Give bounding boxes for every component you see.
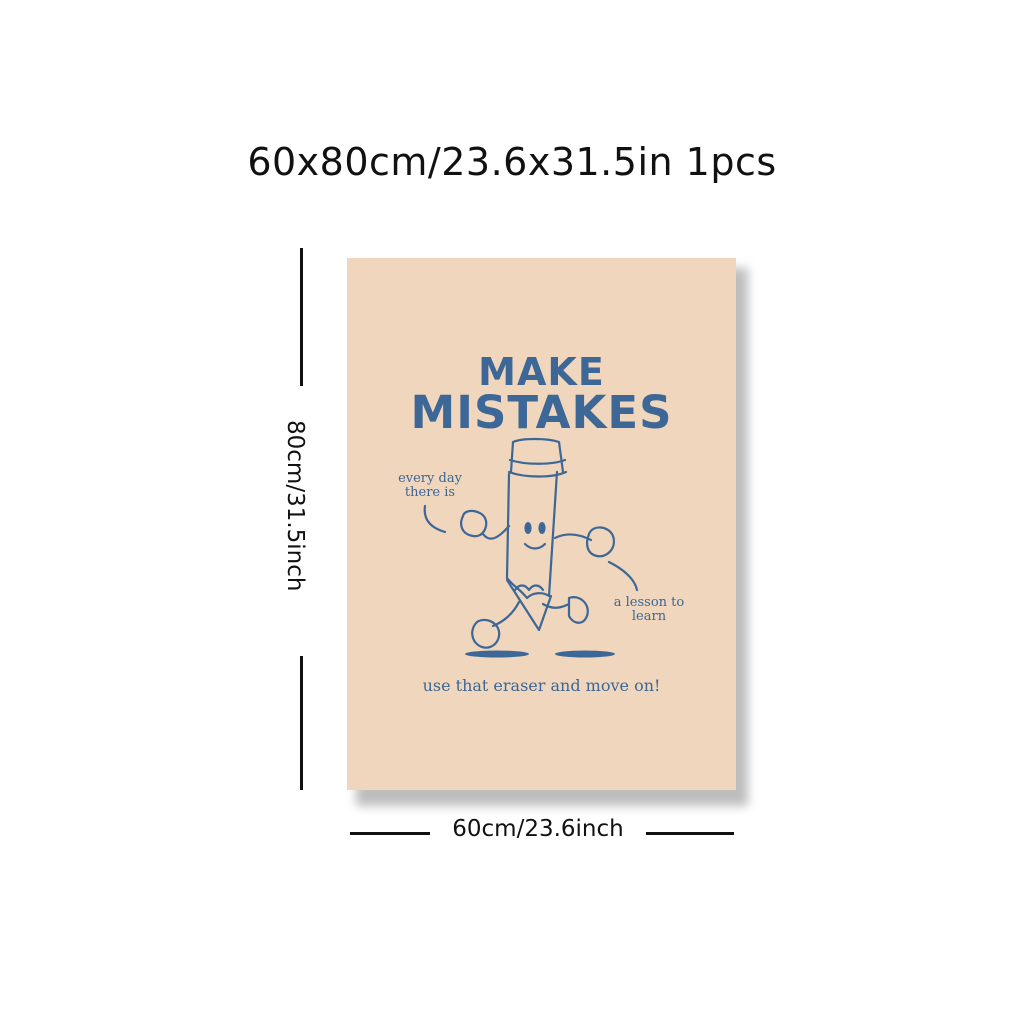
width-rule-right xyxy=(646,832,734,835)
note-right-arrow xyxy=(607,560,639,592)
poster: MAKE MISTAKES every day there is a lesso… xyxy=(347,258,736,790)
pencil-fist-left xyxy=(460,509,488,538)
pencil-glove-right xyxy=(586,526,615,558)
pencil-shoe-right xyxy=(567,596,589,624)
pencil-arm-right xyxy=(553,533,593,542)
width-label: 60cm/23.6inch xyxy=(452,816,624,842)
pencil-arm-left xyxy=(481,524,511,540)
pencil-leg-left xyxy=(491,600,521,628)
shadow-right xyxy=(555,650,615,658)
width-rule-left xyxy=(350,832,430,835)
pencil-character-icon xyxy=(423,437,639,658)
pencil-body xyxy=(505,470,559,600)
height-rule-bottom xyxy=(300,656,303,790)
pencil-shoe-left xyxy=(471,618,501,649)
pencil-eraser xyxy=(509,437,565,474)
size-title: 60x80cm/23.6x31.5in 1pcs xyxy=(247,140,777,184)
poster-footer: use that eraser and move on! xyxy=(422,676,661,695)
shadow-left xyxy=(465,650,529,658)
note-left-arrow xyxy=(423,504,447,534)
height-label: 80cm/31.5inch xyxy=(282,420,308,592)
height-rule-top xyxy=(300,248,303,386)
